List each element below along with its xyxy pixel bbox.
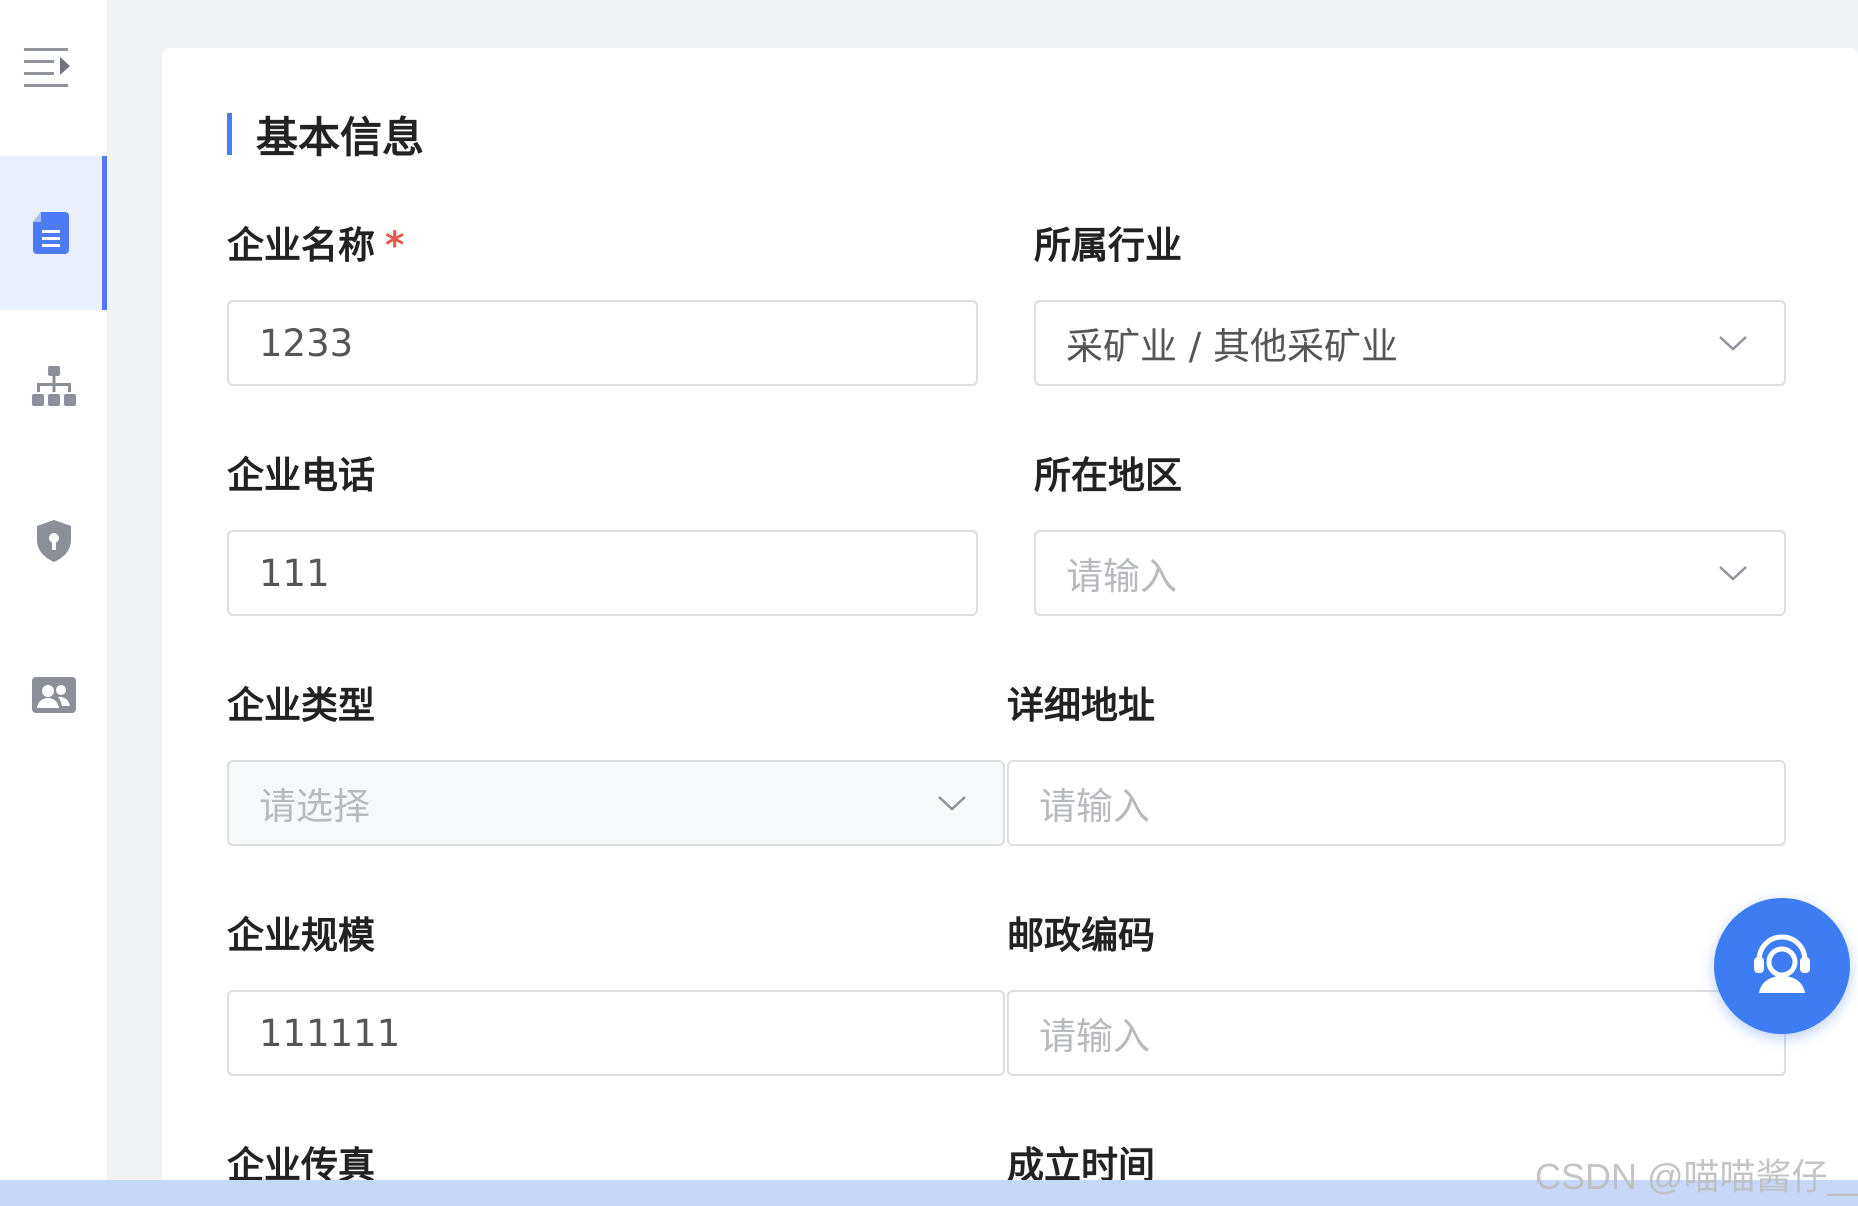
- phone-label: 企业电话: [227, 454, 375, 497]
- company-name-input[interactable]: 1233: [227, 300, 978, 386]
- company-name-label-text: 企业名称: [227, 224, 375, 267]
- address-input[interactable]: 请输入: [1007, 760, 1786, 846]
- company-name-value: 1233: [259, 321, 354, 365]
- industry-value: 采矿业 / 其他采矿业: [1066, 325, 1398, 368]
- sidebar-item-contacts[interactable]: [0, 618, 107, 772]
- required-mark: *: [385, 224, 405, 267]
- company-type-placeholder: 请选择: [259, 785, 370, 828]
- address-label: 详细地址: [1007, 684, 1155, 727]
- postcode-input[interactable]: 请输入: [1007, 990, 1786, 1076]
- sidebar-item-organization[interactable]: [0, 310, 107, 464]
- region-select[interactable]: 请输入: [1034, 530, 1786, 616]
- postcode-placeholder: 请输入: [1039, 1015, 1150, 1058]
- document-icon: [31, 210, 71, 256]
- menu-collapse-icon[interactable]: [22, 44, 72, 92]
- chevron-down-icon: [938, 796, 966, 811]
- address-placeholder: 请输入: [1039, 785, 1150, 828]
- company-name-label: 企业名称 *: [227, 222, 404, 270]
- company-type-select[interactable]: 请选择: [227, 760, 1005, 846]
- region-label: 所在地区: [1034, 454, 1182, 497]
- section-accent-bar: [227, 113, 232, 155]
- region-placeholder: 请输入: [1066, 555, 1177, 598]
- postcode-label: 邮政编码: [1007, 914, 1155, 957]
- phone-value: 111: [259, 551, 330, 595]
- scale-value: 111111: [259, 1011, 401, 1055]
- phone-input[interactable]: 111: [227, 530, 978, 616]
- sidebar-item-document[interactable]: [0, 156, 107, 310]
- shield-icon: [34, 518, 74, 564]
- scale-input[interactable]: 111111: [227, 990, 1005, 1076]
- industry-label: 所属行业: [1034, 224, 1182, 267]
- section-header: 基本信息: [227, 110, 424, 162]
- section-title: 基本信息: [256, 112, 425, 162]
- chevron-down-icon: [1719, 566, 1747, 581]
- sidebar: [0, 0, 107, 1206]
- scale-label: 企业规模: [227, 914, 375, 957]
- sidebar-item-security[interactable]: [0, 464, 107, 618]
- contacts-icon: [31, 675, 77, 715]
- industry-select[interactable]: 采矿业 / 其他采矿业: [1034, 300, 1786, 386]
- customer-service-icon: [1747, 929, 1817, 1003]
- company-type-label: 企业类型: [227, 684, 375, 727]
- org-chart-icon: [31, 364, 77, 410]
- watermark: CSDN @喵喵酱仔__: [1535, 1156, 1858, 1197]
- chevron-down-icon: [1719, 336, 1747, 351]
- customer-service-button[interactable]: [1714, 898, 1850, 1034]
